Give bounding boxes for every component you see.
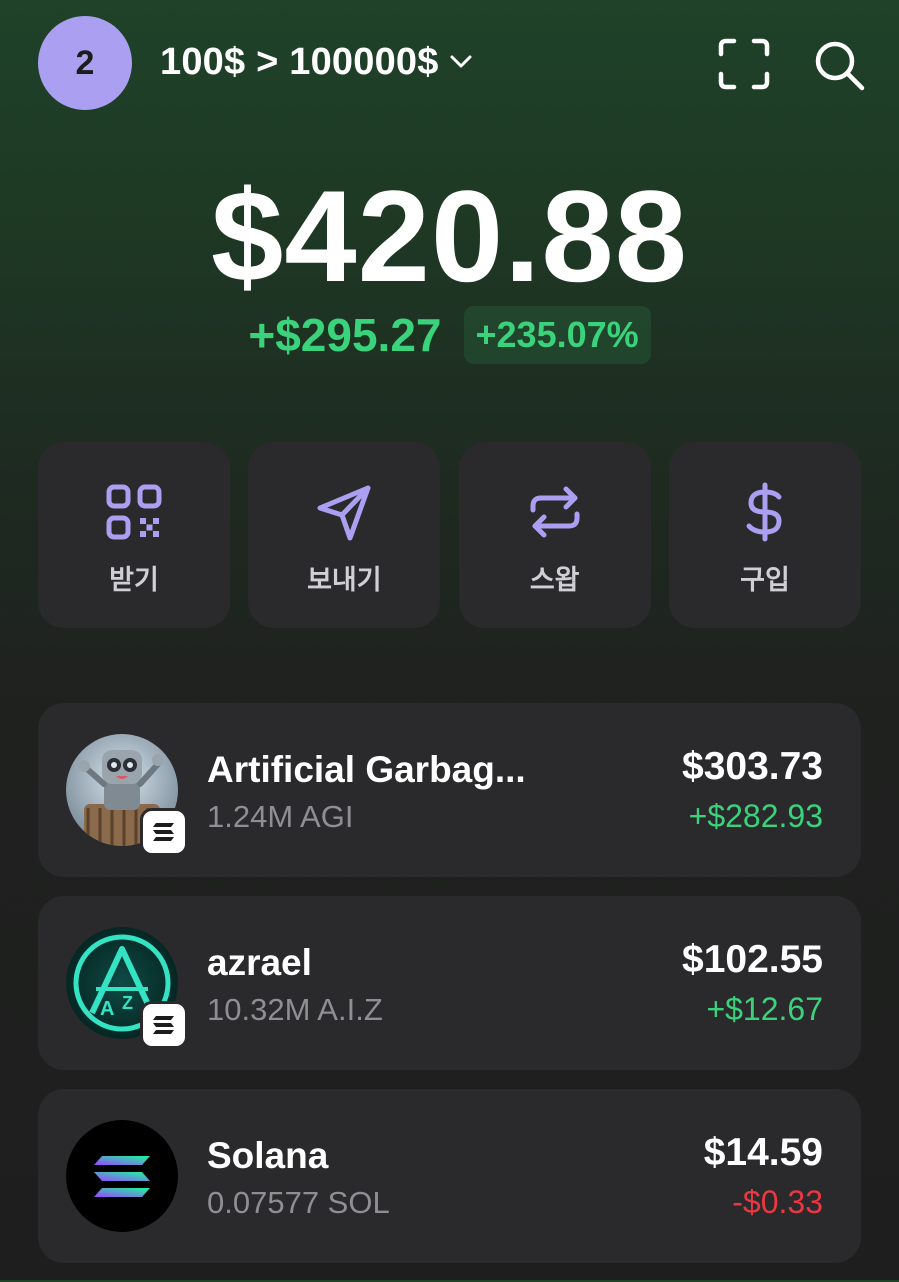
- send-label: 보내기: [307, 565, 382, 595]
- token-value: $102.55: [682, 938, 823, 981]
- token-amount: 10.32M A.I.Z: [207, 992, 383, 1027]
- search-icon[interactable]: [812, 38, 866, 92]
- account-switcher[interactable]: 100$ > 100000$: [160, 36, 475, 88]
- token-name: Solana: [207, 1135, 329, 1176]
- svg-text:A: A: [100, 998, 114, 1020]
- action-bar: 받기 보내기 스왑 구입: [38, 442, 861, 628]
- solana-logo: [66, 1120, 178, 1232]
- header: 2 100$ > 100000$: [0, 0, 899, 124]
- token-value: $303.73: [682, 745, 823, 788]
- token-change: -$0.33: [732, 1184, 823, 1220]
- dollar-icon: [735, 482, 795, 542]
- token-value: $14.59: [703, 1131, 823, 1174]
- account-name: 100$ > 100000$: [160, 40, 439, 83]
- buy-label: 구입: [740, 565, 790, 595]
- portfolio-balance: $420.88: [211, 163, 688, 309]
- qr-code-icon: [104, 482, 164, 542]
- token-name: azrael: [207, 942, 312, 983]
- token-change: +$12.67: [706, 991, 823, 1027]
- solana-chain-badge: [140, 808, 188, 856]
- buy-button[interactable]: 구입: [668, 442, 861, 628]
- swap-icon: [525, 482, 585, 542]
- receive-button[interactable]: 받기: [38, 442, 230, 628]
- svg-text:Z: Z: [122, 993, 133, 1013]
- token-logo-sol: [66, 1120, 178, 1232]
- scan-icon[interactable]: [718, 38, 770, 90]
- portfolio-change: +$295.27 +235.07%: [0, 306, 899, 364]
- account-avatar[interactable]: 2: [38, 16, 132, 110]
- chevron-down-icon: [447, 48, 475, 76]
- send-icon: [314, 482, 374, 542]
- token-row-agi[interactable]: Artificial Garbag... 1.24M AGI $303.73 +…: [38, 703, 861, 877]
- receive-label: 받기: [109, 565, 159, 595]
- token-row-sol[interactable]: Solana 0.07577 SOL $14.59 -$0.33: [38, 1089, 861, 1263]
- token-amount: 0.07577 SOL: [207, 1185, 390, 1220]
- swap-button[interactable]: 스왑: [458, 442, 651, 628]
- swap-label: 스왑: [529, 565, 580, 595]
- token-logo-aiz: A Z: [66, 927, 188, 1049]
- send-button[interactable]: 보내기: [248, 442, 441, 628]
- token-logo-agi: [66, 734, 188, 856]
- token-row-aiz[interactable]: A Z azrael 10.32M A.I.Z $102.55 +$12.67: [38, 896, 861, 1070]
- portfolio-change-amount: +$295.27: [248, 309, 442, 361]
- token-change: +$282.93: [688, 798, 823, 834]
- solana-chain-badge: [140, 1001, 188, 1049]
- token-name: Artificial Garbag...: [207, 749, 526, 790]
- portfolio-change-percent: +235.07%: [463, 306, 651, 364]
- token-amount: 1.24M AGI: [207, 799, 354, 834]
- token-list: Artificial Garbag... 1.24M AGI $303.73 +…: [38, 703, 861, 1282]
